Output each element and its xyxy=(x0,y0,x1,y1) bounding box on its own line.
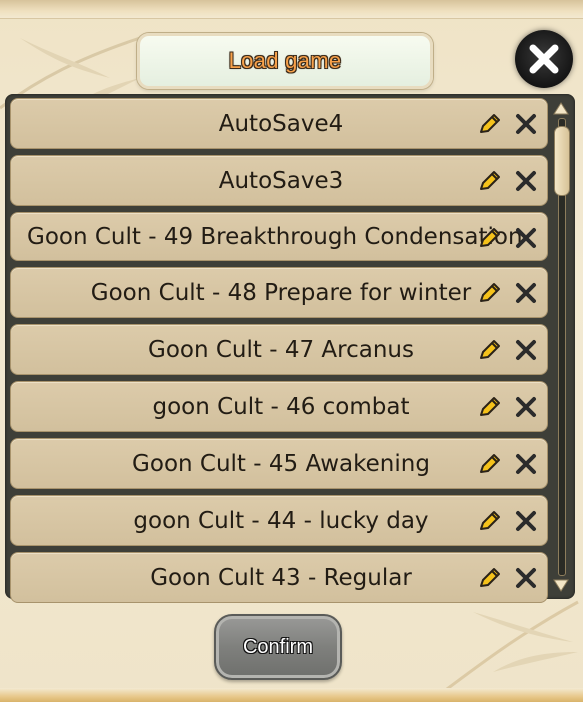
row-actions xyxy=(477,508,539,534)
close-icon xyxy=(529,44,559,74)
scroll-down-arrow-icon[interactable] xyxy=(553,578,569,592)
row-actions xyxy=(477,451,539,477)
x-icon[interactable] xyxy=(513,508,539,534)
row-actions xyxy=(477,337,539,363)
close-button[interactable] xyxy=(515,30,573,88)
save-row[interactable]: Goon Cult - 47 Arcanus xyxy=(10,324,548,375)
x-icon[interactable] xyxy=(513,451,539,477)
save-name: goon Cult - 44 - lucky day xyxy=(133,507,429,534)
scrollbar[interactable] xyxy=(553,102,570,592)
pencil-icon[interactable] xyxy=(477,225,503,251)
bottom-border-trim xyxy=(0,688,583,702)
top-border-trim xyxy=(0,0,583,19)
save-row[interactable]: goon Cult - 44 - lucky day xyxy=(10,495,548,546)
row-actions xyxy=(477,280,539,306)
pencil-icon[interactable] xyxy=(477,280,503,306)
x-icon[interactable] xyxy=(513,337,539,363)
save-name: AutoSave4 xyxy=(218,110,344,137)
x-icon[interactable] xyxy=(513,394,539,420)
pencil-icon[interactable] xyxy=(477,565,503,591)
pencil-icon[interactable] xyxy=(477,451,503,477)
save-row[interactable]: goon Cult - 46 combat xyxy=(10,381,548,432)
save-name: Goon Cult - 48 Prepare for winter xyxy=(90,279,472,306)
x-icon[interactable] xyxy=(513,225,539,251)
dialog-title-plate: Load game xyxy=(137,33,433,89)
x-icon[interactable] xyxy=(513,111,539,137)
dialog-title: Load game xyxy=(228,48,342,73)
pencil-icon[interactable] xyxy=(477,508,503,534)
x-icon[interactable] xyxy=(513,168,539,194)
save-name: Goon Cult - 49 Breakthrough Condensation xyxy=(27,223,523,250)
pencil-icon[interactable] xyxy=(477,337,503,363)
save-name: goon Cult - 46 combat xyxy=(152,393,410,420)
row-actions xyxy=(477,394,539,420)
save-name: Goon Cult - 45 Awakening xyxy=(132,450,430,477)
row-actions xyxy=(477,565,539,591)
save-row[interactable]: Goon Cult - 45 Awakening xyxy=(10,438,548,489)
save-name: Goon Cult - 47 Arcanus xyxy=(148,336,414,363)
save-row[interactable]: Goon Cult - 49 Breakthrough Condensation xyxy=(10,212,548,261)
save-name: AutoSave3 xyxy=(218,167,344,194)
confirm-label: Confirm xyxy=(242,635,313,658)
save-name: Goon Cult 43 - Regular xyxy=(150,564,412,591)
save-list-panel: AutoSave4 AutoSave3 Goon Cult - 49 Break… xyxy=(5,94,575,603)
confirm-button[interactable]: Confirm xyxy=(214,614,342,680)
save-row[interactable]: Goon Cult - 48 Prepare for winter xyxy=(10,267,548,318)
scroll-thumb[interactable] xyxy=(554,126,570,196)
save-list: AutoSave4 AutoSave3 Goon Cult - 49 Break… xyxy=(10,98,548,609)
save-row[interactable]: AutoSave4 xyxy=(10,98,548,149)
row-actions xyxy=(477,111,539,137)
x-icon[interactable] xyxy=(513,280,539,306)
pencil-icon[interactable] xyxy=(477,394,503,420)
save-row[interactable]: AutoSave3 xyxy=(10,155,548,206)
row-actions xyxy=(477,168,539,194)
x-icon[interactable] xyxy=(513,565,539,591)
save-row[interactable]: Goon Cult 43 - Regular xyxy=(10,552,548,603)
row-actions xyxy=(477,225,539,251)
scroll-up-arrow-icon[interactable] xyxy=(553,102,569,116)
pencil-icon[interactable] xyxy=(477,168,503,194)
pencil-icon[interactable] xyxy=(477,111,503,137)
